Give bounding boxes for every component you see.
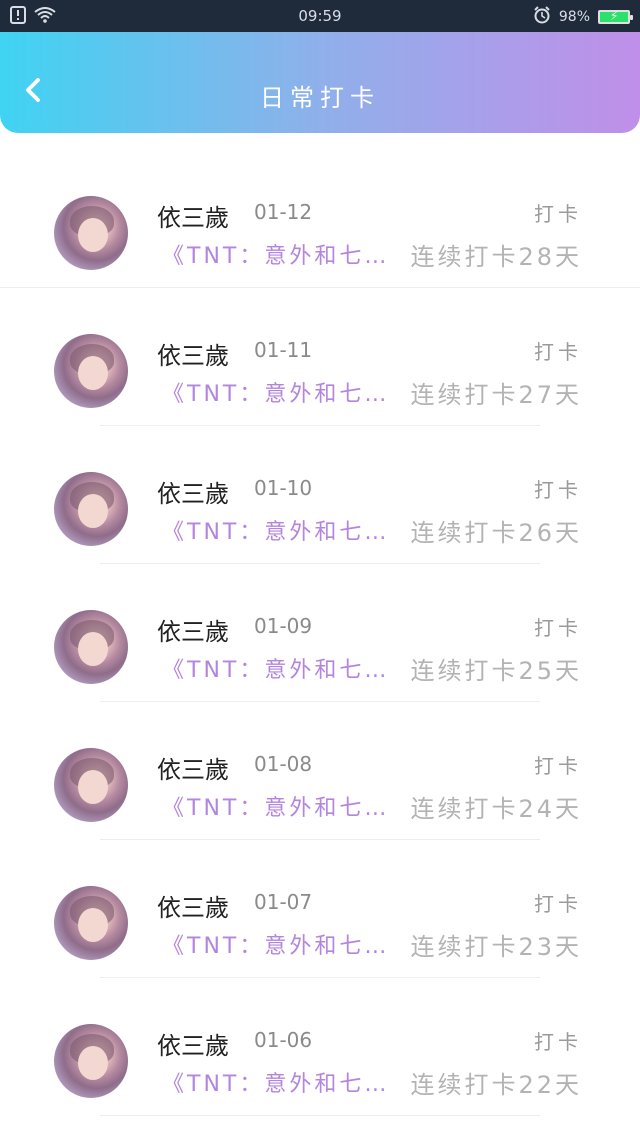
user-name: 依三歲 [157, 342, 229, 370]
status-right: 98% ⚡ [533, 6, 633, 28]
checkin-tag: 打卡 [534, 202, 582, 226]
checkin-date: 01-08 [254, 752, 313, 776]
checkin-list: 依三歲 01-12 打卡 《TNT：意外和七… 连续打卡28天 依三歲 01-1… [0, 150, 640, 1116]
alarm-icon [533, 6, 551, 28]
checkin-date: 01-07 [254, 890, 313, 914]
checkin-tag: 打卡 [534, 478, 582, 502]
user-name: 依三歲 [157, 618, 229, 646]
battery-icon: ⚡ [598, 9, 633, 24]
avatar[interactable] [54, 886, 128, 960]
list-item[interactable]: 依三歲 01-08 打卡 《TNT：意外和七… 连续打卡24天 [0, 702, 640, 840]
streak-text: 连续打卡22天 [410, 1071, 582, 1099]
avatar[interactable] [54, 334, 128, 408]
streak-text: 连续打卡25天 [410, 657, 582, 685]
streak-text: 连续打卡26天 [410, 519, 582, 547]
user-name: 依三歲 [157, 480, 229, 508]
user-name: 依三歲 [157, 756, 229, 784]
divider [100, 1115, 540, 1116]
checkin-date: 01-12 [254, 200, 313, 224]
book-title[interactable]: 《TNT：意外和七… [162, 790, 389, 822]
list-item[interactable]: 依三歲 01-11 打卡 《TNT：意外和七… 连续打卡27天 [0, 288, 640, 426]
checkin-tag: 打卡 [534, 892, 582, 916]
user-name: 依三歲 [157, 204, 229, 232]
battery-percent: 98% [558, 9, 590, 25]
user-name: 依三歲 [157, 894, 229, 922]
checkin-date: 01-06 [254, 1028, 313, 1052]
list-item[interactable]: 依三歲 01-06 打卡 《TNT：意外和七… 连续打卡22天 [0, 978, 640, 1116]
checkin-tag: 打卡 [534, 1030, 582, 1054]
checkin-date: 01-11 [254, 338, 313, 362]
streak-text: 连续打卡23天 [410, 933, 582, 961]
book-title[interactable]: 《TNT：意外和七… [162, 1066, 389, 1098]
header-bar: 日常打卡 [0, 32, 640, 133]
book-title[interactable]: 《TNT：意外和七… [162, 928, 389, 960]
list-item[interactable]: 依三歲 01-10 打卡 《TNT：意外和七… 连续打卡26天 [0, 426, 640, 564]
checkin-tag: 打卡 [534, 616, 582, 640]
list-item[interactable]: 依三歲 01-07 打卡 《TNT：意外和七… 连续打卡23天 [0, 840, 640, 978]
checkin-tag: 打卡 [534, 340, 582, 364]
book-title[interactable]: 《TNT：意外和七… [162, 514, 389, 546]
list-item[interactable]: 依三歲 01-12 打卡 《TNT：意外和七… 连续打卡28天 [0, 150, 640, 288]
avatar[interactable] [54, 610, 128, 684]
streak-text: 连续打卡28天 [410, 243, 582, 271]
checkin-tag: 打卡 [534, 754, 582, 778]
streak-text: 连续打卡27天 [410, 381, 582, 409]
avatar[interactable] [54, 472, 128, 546]
status-bar: 09:59 98% ⚡ [0, 0, 640, 32]
avatar[interactable] [54, 748, 128, 822]
avatar[interactable] [54, 196, 128, 270]
book-title[interactable]: 《TNT：意外和七… [162, 376, 389, 408]
book-title[interactable]: 《TNT：意外和七… [162, 238, 389, 270]
list-item[interactable]: 依三歲 01-09 打卡 《TNT：意外和七… 连续打卡25天 [0, 564, 640, 702]
checkin-date: 01-10 [254, 476, 313, 500]
checkin-date: 01-09 [254, 614, 313, 638]
streak-text: 连续打卡24天 [410, 795, 582, 823]
page-title: 日常打卡 [260, 84, 380, 112]
book-title[interactable]: 《TNT：意外和七… [162, 652, 389, 684]
avatar[interactable] [54, 1024, 128, 1098]
user-name: 依三歲 [157, 1032, 229, 1060]
